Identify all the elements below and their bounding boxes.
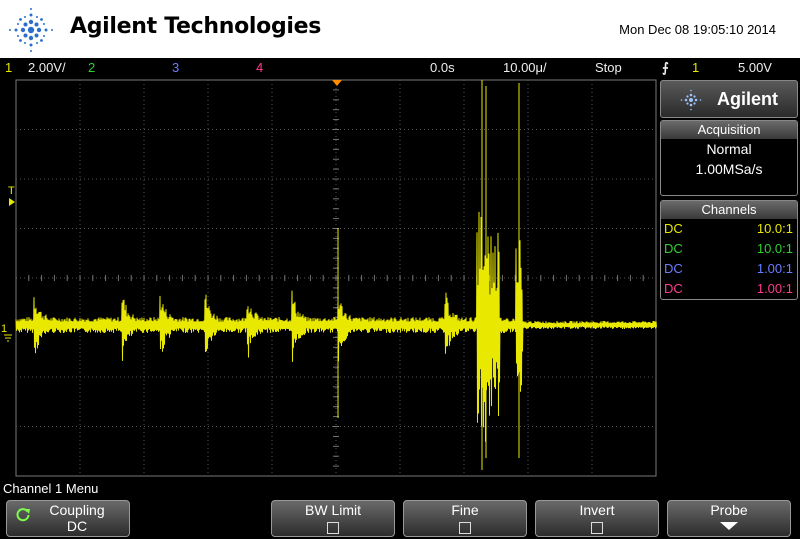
fine-softkey[interactable]: Fine [403, 500, 527, 537]
channel-probe-ratio: 1.00:1 [756, 281, 793, 296]
trigger-source[interactable]: 1 [692, 60, 699, 75]
channel-probe-ratio: 10.0:1 [756, 241, 793, 256]
channel-row: DC 10.0:1 [661, 219, 797, 239]
agilent-small-logo-icon [680, 89, 702, 111]
invert-label: Invert [579, 502, 615, 518]
channels-panel[interactable]: Channels DC 10.0:1 DC 10.0:1 DC 1.00:1 DC 1.… [660, 200, 798, 300]
fine-checkbox[interactable] [459, 522, 471, 534]
coupling-value: DC [66, 518, 88, 534]
ch1-ground-marker: 1 [1, 323, 7, 335]
channel-coupling: DC [664, 221, 683, 236]
graticule: T 1 [1, 79, 657, 477]
run-state[interactable]: Stop [595, 60, 622, 75]
bw-limit-label: BW Limit [305, 502, 361, 518]
rotate-knob-icon [16, 508, 30, 522]
time-delay[interactable]: 0.0s [430, 60, 455, 75]
channels-title: Channels [661, 201, 797, 219]
channel-row: DC 10.0:1 [661, 239, 797, 259]
channel-row: DC 1.00:1 [661, 279, 797, 299]
submenu-arrow-icon [720, 522, 738, 530]
trigger-level[interactable]: 5.00V [738, 60, 772, 75]
ch2-number[interactable]: 2 [88, 60, 95, 75]
brand-title: Agilent Technologies [70, 14, 322, 39]
status-bar: 1 2.00V/ 2 3 4 0.0s 10.00μ/ Stop ⨍ 1 5.0… [0, 58, 800, 78]
invert-softkey[interactable]: Invert [535, 500, 659, 537]
trigger-level-marker: T [8, 185, 15, 197]
channel-coupling: DC [664, 241, 683, 256]
ch4-number[interactable]: 4 [256, 60, 263, 75]
sample-rate: 1.00MSa/s [695, 161, 763, 177]
trigger-level-arrow-icon [9, 198, 15, 206]
channel-row: DC 1.00:1 [661, 259, 797, 279]
ch1-number[interactable]: 1 [5, 60, 12, 75]
invert-checkbox[interactable] [591, 522, 603, 534]
side-panel: Agilent Acquisition Normal 1.00MSa/s Cha… [660, 80, 798, 476]
acquisition-panel[interactable]: Acquisition Normal 1.00MSa/s [660, 120, 798, 196]
coupling-label: Coupling [49, 502, 105, 518]
channel-coupling: DC [664, 261, 683, 276]
ground-symbol-icon [4, 334, 12, 342]
bw-limit-checkbox[interactable] [327, 522, 339, 534]
channel-probe-ratio: 10.0:1 [756, 221, 793, 236]
probe-label: Probe [710, 502, 748, 518]
channel-probe-ratio: 1.00:1 [756, 261, 793, 276]
agilent-badge-label: Agilent [717, 89, 778, 109]
datetime-label: Mon Dec 08 19:05:10 2014 [619, 22, 776, 37]
ch1-scale[interactable]: 2.00V/ [28, 60, 66, 75]
time-scale[interactable]: 10.00μ/ [503, 60, 547, 75]
waveform-display[interactable]: T 1 [0, 78, 658, 478]
probe-softkey[interactable]: Probe [667, 500, 791, 537]
agilent-logo-icon [9, 8, 53, 52]
acquisition-title: Acquisition [661, 121, 797, 139]
bw-limit-softkey[interactable]: BW Limit [271, 500, 395, 537]
agilent-badge: Agilent [660, 80, 798, 118]
trigger-edge-icon: ⨍ [662, 60, 669, 75]
channel-coupling: DC [664, 281, 683, 296]
ch3-number[interactable]: 3 [172, 60, 179, 75]
header-bar: Agilent Technologies Mon Dec 08 19:05:10… [0, 0, 800, 58]
acquisition-mode: Normal [706, 141, 752, 157]
fine-label: Fine [451, 502, 479, 518]
menu-title: Channel 1 Menu [3, 481, 99, 496]
coupling-softkey[interactable]: Coupling DC [6, 500, 130, 537]
